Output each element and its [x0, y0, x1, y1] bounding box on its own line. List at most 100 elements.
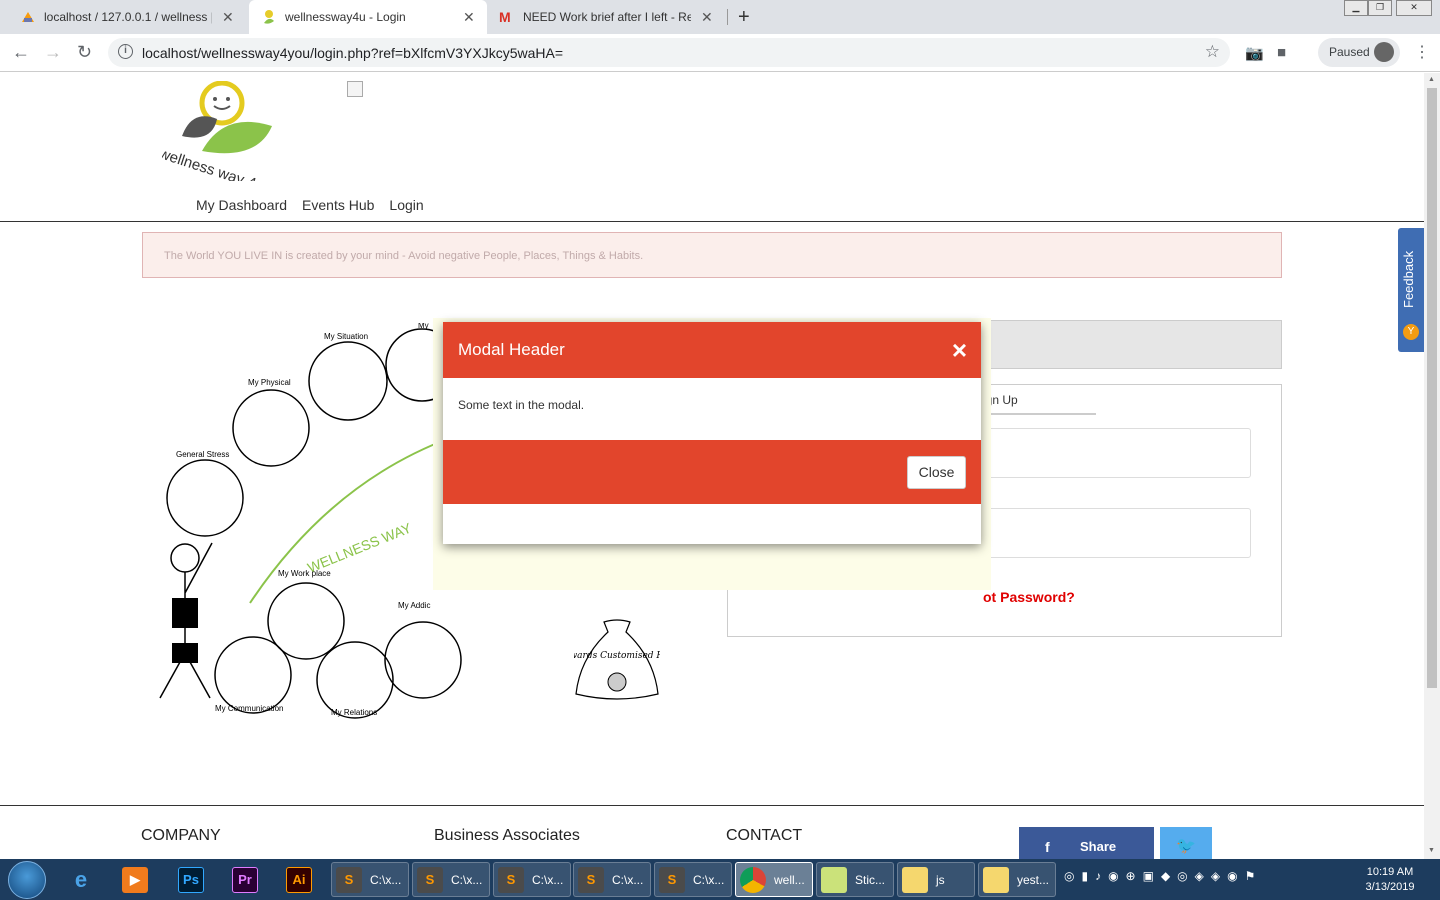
- taskbar-folder-js[interactable]: js: [897, 862, 975, 897]
- taskbar-premiere[interactable]: Pr: [232, 862, 258, 897]
- start-button[interactable]: [8, 861, 46, 899]
- taskbar-folder-yest[interactable]: yest...: [978, 862, 1056, 897]
- my-situation-circle: [308, 341, 388, 421]
- browser-toolbar: ← → ↻ i localhost/wellnessway4you/login.…: [0, 34, 1440, 72]
- username-input[interactable]: [983, 428, 1251, 478]
- browser-tabstrip: localhost / 127.0.0.1 / wellness | p ✕ w…: [0, 0, 1440, 34]
- label-wellness-way: WELLNESS WAY: [305, 519, 414, 575]
- taskbar-label: C:\x...: [532, 872, 564, 887]
- browser-menu-icon[interactable]: ⋮: [1414, 42, 1430, 62]
- facebook-icon: f: [1045, 839, 1050, 855]
- modal-dialog: Modal Header × Some text in the modal. C…: [443, 322, 981, 544]
- close-tab-icon[interactable]: ✕: [463, 9, 475, 26]
- scroll-up-arrow-icon[interactable]: ▲: [1428, 76, 1435, 83]
- feedback-logo-icon: Y: [1403, 324, 1419, 340]
- profile-avatar: [1374, 42, 1394, 62]
- taskbar-sublime-2[interactable]: S C:\x...: [412, 862, 490, 897]
- rewards-bag-illustration: Rewards Customised P&S: [574, 619, 660, 700]
- taskbar-sublime-4[interactable]: S C:\x...: [573, 862, 651, 897]
- my-communication-circle: [214, 636, 292, 714]
- sticky-notes-icon: [821, 866, 847, 893]
- page-scrollbar[interactable]: ▲ ▼: [1424, 73, 1440, 859]
- tab-label: NEED Work brief after I left - Re: [523, 10, 691, 24]
- new-tab-button[interactable]: +: [738, 6, 750, 29]
- camera-extension-icon[interactable]: 📷: [1245, 44, 1264, 62]
- window-close-button[interactable]: ✕: [1396, 0, 1432, 16]
- footer-divider: [0, 805, 1424, 806]
- my-addiction-circle: [384, 621, 462, 699]
- folder-icon: [983, 866, 1009, 893]
- nav-divider: [0, 221, 1424, 222]
- taskbar-sticky-notes[interactable]: Stic...: [816, 862, 894, 897]
- share-label: Share: [1080, 839, 1117, 854]
- profile-paused-button[interactable]: Paused: [1318, 38, 1400, 67]
- close-tab-icon[interactable]: ✕: [701, 9, 713, 26]
- tab-underline: [983, 413, 1096, 415]
- general-stress-circle: [166, 459, 244, 537]
- nav-my-dashboard[interactable]: My Dashboard: [196, 197, 287, 213]
- restore-button[interactable]: ❐: [1368, 0, 1392, 16]
- modal-close-icon[interactable]: ×: [952, 334, 967, 366]
- internet-explorer-icon: e: [74, 866, 88, 892]
- modal-body-text: Some text in the modal.: [458, 398, 585, 412]
- label-my: My: [418, 323, 429, 330]
- url-text[interactable]: localhost/wellnessway4you/login.php?ref=…: [142, 45, 563, 61]
- screenshot-extension-icon[interactable]: ■: [1277, 44, 1286, 61]
- taskbar-label: Stic...: [855, 872, 886, 887]
- sublime-icon: S: [578, 866, 604, 893]
- nav-events-hub[interactable]: Events Hub: [302, 197, 374, 213]
- forward-arrow-icon[interactable]: →: [44, 42, 62, 63]
- label-my-communication: My Communication: [215, 704, 283, 713]
- my-relations-circle: [316, 641, 394, 719]
- folder-icon: [902, 866, 928, 893]
- tab-wellnessway4u-login[interactable]: wellnessway4u - Login ✕: [249, 0, 487, 34]
- taskbar-sublime-3[interactable]: S C:\x...: [493, 862, 571, 897]
- bookmark-star-icon[interactable]: ☆: [1205, 42, 1220, 62]
- taskbar-sublime-5[interactable]: S C:\x...: [654, 862, 732, 897]
- modal-title: Modal Header: [458, 340, 565, 359]
- forgot-password-link[interactable]: ot Password?: [983, 589, 1075, 605]
- taskbar-label: C:\x...: [451, 872, 483, 887]
- feedback-label: Feedback: [1401, 250, 1416, 308]
- feedback-tab[interactable]: Feedback Y: [1398, 228, 1424, 352]
- taskbar-sublime-1[interactable]: S C:\x...: [331, 862, 409, 897]
- twitter-share-button[interactable]: 🐦: [1160, 827, 1212, 859]
- tab-phpmyadmin[interactable]: localhost / 127.0.0.1 / wellness | p ✕: [8, 0, 248, 34]
- label-my-physical: My Physical: [248, 378, 291, 387]
- label-my-relations: My Relations: [331, 708, 377, 717]
- taskbar-media-player[interactable]: ▶: [122, 862, 148, 897]
- taskbar-illustrator[interactable]: Ai: [286, 862, 312, 897]
- reload-icon[interactable]: ↻: [77, 42, 92, 63]
- premiere-icon: Pr: [232, 866, 258, 893]
- close-tab-icon[interactable]: ✕: [222, 9, 234, 26]
- facebook-share-button[interactable]: f Share: [1019, 827, 1154, 859]
- footer-company-heading: COMPANY: [141, 827, 221, 844]
- nav-login[interactable]: Login: [389, 197, 423, 213]
- modal-close-button[interactable]: Close: [907, 456, 966, 489]
- tab-gmail[interactable]: M NEED Work brief after I left - Re ✕: [487, 0, 727, 34]
- minimize-button[interactable]: ▁: [1344, 0, 1368, 16]
- sublime-icon: S: [417, 866, 443, 893]
- taskbar-label: yest...: [1017, 872, 1050, 887]
- label-my-situation: My Situation: [324, 332, 368, 341]
- media-player-icon: ▶: [122, 866, 148, 893]
- scroll-down-arrow-icon[interactable]: ▼: [1428, 847, 1435, 854]
- back-arrow-icon[interactable]: ←: [12, 42, 30, 63]
- taskbar-ie[interactable]: e: [68, 862, 94, 897]
- quote-alert: The World YOU LIVE IN is created by your…: [142, 232, 1282, 278]
- wellness-way-4u-logo[interactable]: wellness way 4 u: [162, 81, 282, 181]
- site-info-icon[interactable]: i: [118, 44, 133, 59]
- taskbar-photoshop[interactable]: Ps: [178, 862, 204, 897]
- windows-taskbar: e ▶ Ps Pr Ai S C:\x... S C:\x... S C:\x... …: [0, 859, 1440, 900]
- scrollbar-thumb[interactable]: [1427, 88, 1437, 688]
- password-input[interactable]: [983, 508, 1251, 558]
- main-nav: My Dashboard Events Hub Login: [196, 197, 424, 213]
- system-tray-icons[interactable]: ◎▮♪◉⊕▣◆◎◈◈◉⚑: [1064, 869, 1262, 883]
- clock-date: 3/13/2019: [1365, 881, 1415, 893]
- broken-image-icon: [347, 81, 363, 97]
- taskbar-clock[interactable]: 10:19 AM 3/13/2019: [1360, 865, 1420, 895]
- address-bar[interactable]: i localhost/wellnessway4you/login.php?re…: [108, 38, 1230, 67]
- taskbar-chrome[interactable]: well...: [735, 862, 813, 897]
- phpmyadmin-icon: [22, 12, 34, 22]
- photoshop-icon: Ps: [178, 866, 204, 893]
